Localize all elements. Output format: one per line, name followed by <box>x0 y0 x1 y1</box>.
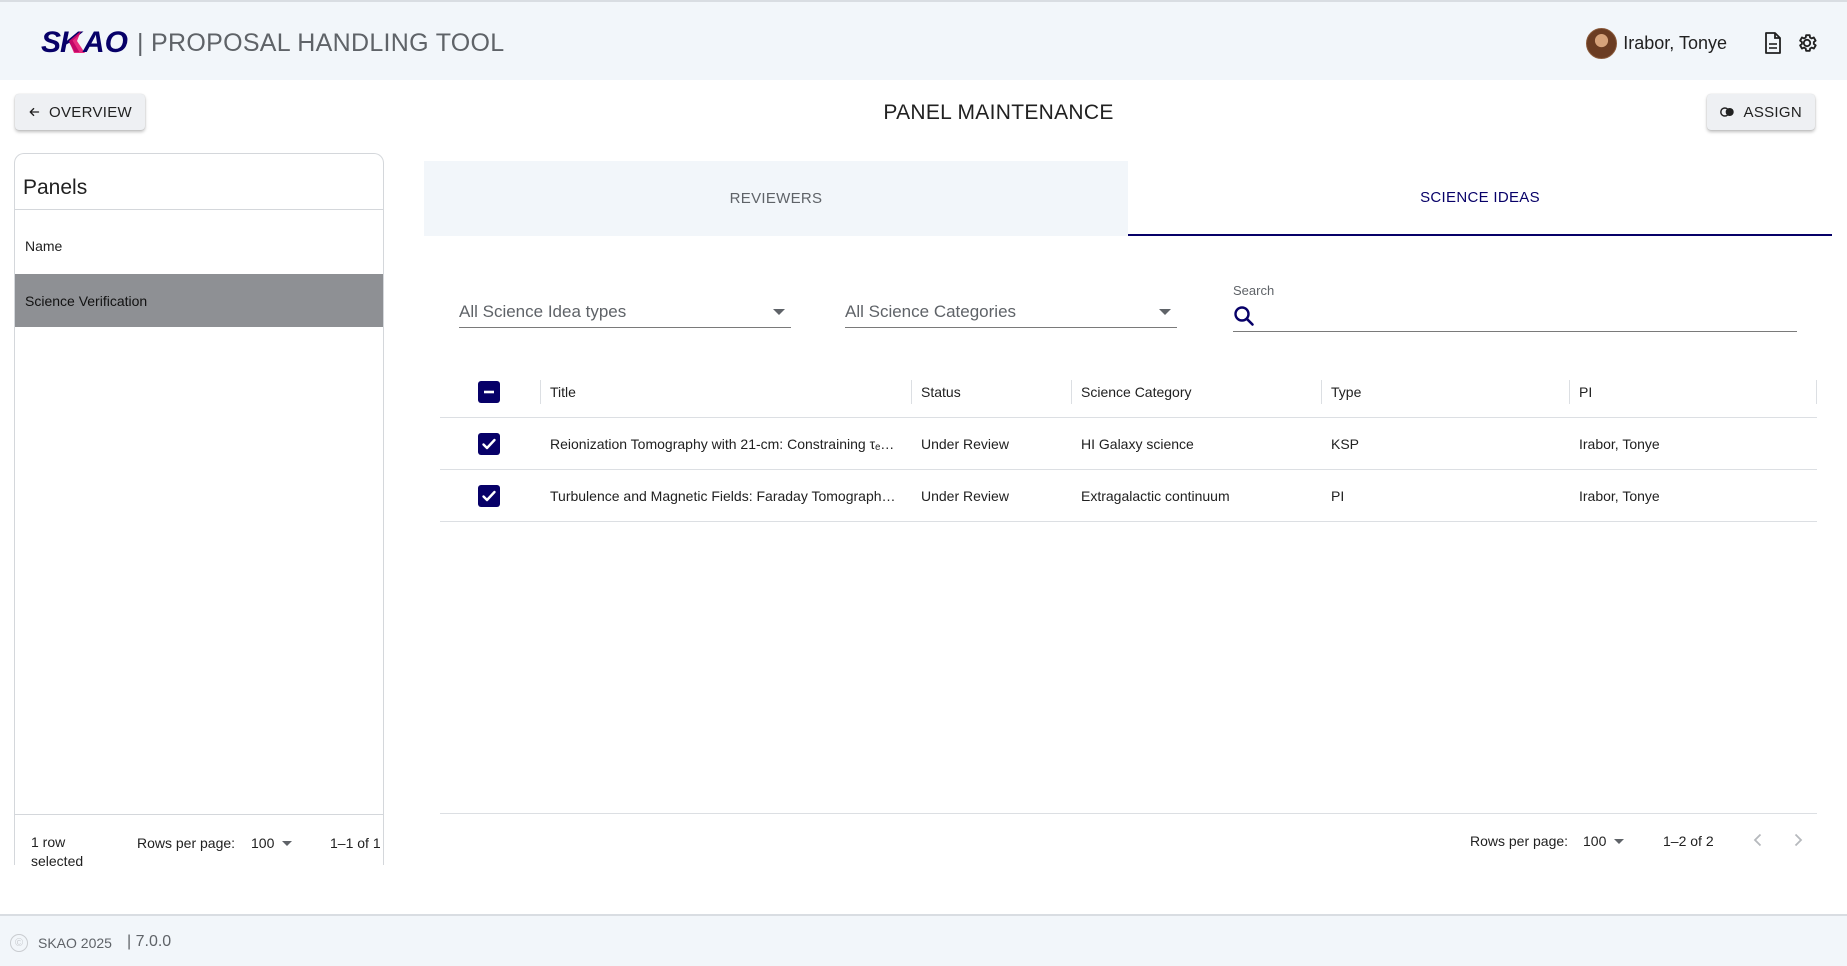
chevron-right-icon <box>1794 833 1803 847</box>
selected-count: 1 row selected <box>31 834 84 869</box>
row-title-text: Turbulence and Magnetic Fields: Faraday … <box>550 487 896 504</box>
document-icon[interactable] <box>1761 31 1785 55</box>
svg-text:S: S <box>41 27 61 57</box>
rows-per-page-select[interactable]: 100 <box>1583 833 1625 849</box>
skao-logo-mark: S K AO <box>41 27 128 57</box>
search-icon <box>1234 305 1254 326</box>
column-header-status[interactable]: Status <box>921 366 1071 417</box>
tab-reviewers[interactable]: REVIEWERS <box>424 161 1128 236</box>
chevron-down-icon <box>282 840 293 846</box>
search-input[interactable] <box>1255 306 1797 325</box>
select-all-checkbox[interactable] <box>478 380 500 403</box>
panels-title: Panels <box>23 176 88 199</box>
rows-per-page-select[interactable]: 100 <box>251 835 293 851</box>
rows-per-page-value: 100 <box>1583 833 1607 849</box>
row-select-cell <box>478 418 508 469</box>
column-separator <box>911 380 912 404</box>
chevron-left-icon <box>1753 833 1762 847</box>
user-area: Irabor, Tonye <box>1586 26 1819 60</box>
tab-science-ideas[interactable]: SCIENCE IDEAS <box>1128 161 1832 236</box>
app-title: | PROPOSAL HANDLING TOOL <box>137 29 505 57</box>
row-select-cell <box>478 470 508 521</box>
panels-pagination: 1 row selected Rows per page: 100 1–1 of… <box>15 814 383 869</box>
column-separator <box>1569 380 1570 404</box>
row-pi: Irabor, Tonye <box>1579 435 1660 452</box>
column-separator <box>1321 380 1322 404</box>
chevron-down-icon <box>1614 838 1625 844</box>
column-separator <box>1071 380 1072 404</box>
version-text: | 7.0.0 <box>127 933 172 950</box>
chevron-down-icon <box>1159 309 1171 315</box>
next-page-button[interactable] <box>1785 827 1811 853</box>
pagination-range: 1–1 of 1 <box>330 835 381 851</box>
science-category-value: All Science Categories <box>845 301 1017 321</box>
indeterminate-icon <box>484 390 494 393</box>
science-idea-type-value: All Science Idea types <box>459 301 627 321</box>
page-title-text: PANEL MAINTENANCE <box>883 101 1114 124</box>
arrow-back-icon <box>29 107 40 117</box>
app-footer: © SKAO 2025 | 7.0.0 <box>0 914 1847 966</box>
assign-button[interactable]: ASSIGN <box>1707 94 1815 130</box>
rows-per-page-label: Rows per page: <box>137 835 236 851</box>
column-header-title[interactable]: Title <box>550 366 900 417</box>
table-row[interactable]: Reionization Tomography with 21-cm: Cons… <box>440 418 1817 470</box>
check-icon <box>482 438 496 449</box>
column-separator <box>540 380 541 404</box>
column-header-science-category[interactable]: Science Category <box>1081 366 1321 417</box>
overview-button[interactable]: OVERVIEW <box>15 94 145 130</box>
table-header-row: Title Status Science Category Type PI <box>440 366 1817 418</box>
column-header-type[interactable]: Type <box>1331 366 1531 417</box>
assign-button-label: ASSIGN <box>1743 103 1802 121</box>
row-pi: Irabor, Tonye <box>1579 487 1660 504</box>
chevron-down-icon <box>773 309 785 315</box>
copyright-icon: © <box>10 934 28 952</box>
svg-text:AO: AO <box>82 27 128 57</box>
previous-page-button[interactable] <box>1745 827 1771 853</box>
panel-row-science-verification[interactable]: Science Verification <box>15 274 383 327</box>
row-title: Reionization Tomography with 21-cm: Cons… <box>550 418 900 469</box>
row-category: HI Galaxy science <box>1081 435 1194 452</box>
row-title: Turbulence and Magnetic Fields: Faraday … <box>550 470 900 521</box>
app-header: S K AO | PROPOSAL HANDLING TOOL Irabor, … <box>0 0 1847 80</box>
select-all-cell <box>478 366 508 417</box>
science-category-select[interactable]: All Science Categories <box>845 296 1177 328</box>
row-status: Under Review <box>921 435 1009 452</box>
column-separator <box>1816 380 1817 404</box>
row-title-text: Reionization Tomography with 21-cm: Cons… <box>550 435 895 452</box>
column-header-pi[interactable]: PI <box>1579 366 1799 417</box>
row-type: PI <box>1331 487 1345 504</box>
divider <box>15 209 383 210</box>
avatar[interactable] <box>1586 27 1618 59</box>
panels-list: Panels Name Science Verification 1 row s… <box>14 153 384 869</box>
row-type: KSP <box>1331 435 1360 452</box>
row-checkbox[interactable] <box>478 432 500 455</box>
search-label: Search <box>1233 283 1275 298</box>
rows-per-page-value: 100 <box>251 835 275 851</box>
gear-icon[interactable] <box>1795 31 1819 55</box>
assign-icon <box>1720 107 1734 117</box>
science-idea-type-select[interactable]: All Science Idea types <box>459 296 791 328</box>
row-checkbox[interactable] <box>478 484 500 507</box>
rows-per-page-label: Rows per page: <box>1470 833 1569 849</box>
overview-button-label: OVERVIEW <box>49 103 132 121</box>
search-field[interactable] <box>1233 300 1797 332</box>
pagination-range: 1–2 of 2 <box>1663 833 1714 849</box>
skao-logo[interactable]: S K AO <box>41 24 129 60</box>
tab-bar: REVIEWERS SCIENCE IDEAS <box>424 161 1832 236</box>
page-title: PANEL MAINTENANCE <box>0 101 1847 125</box>
table-row[interactable]: Turbulence and Magnetic Fields: Faraday … <box>440 470 1817 522</box>
check-icon <box>482 490 496 501</box>
user-name[interactable]: Irabor, Tonye <box>1623 33 1727 54</box>
row-category: Extragalactic continuum <box>1081 487 1230 504</box>
table-pagination: Rows per page: 100 1–2 of 2 <box>440 813 1817 865</box>
panels-column-header-name[interactable]: Name <box>25 238 62 254</box>
copyright-text: SKAO 2025 <box>38 935 112 951</box>
row-status: Under Review <box>921 487 1009 504</box>
